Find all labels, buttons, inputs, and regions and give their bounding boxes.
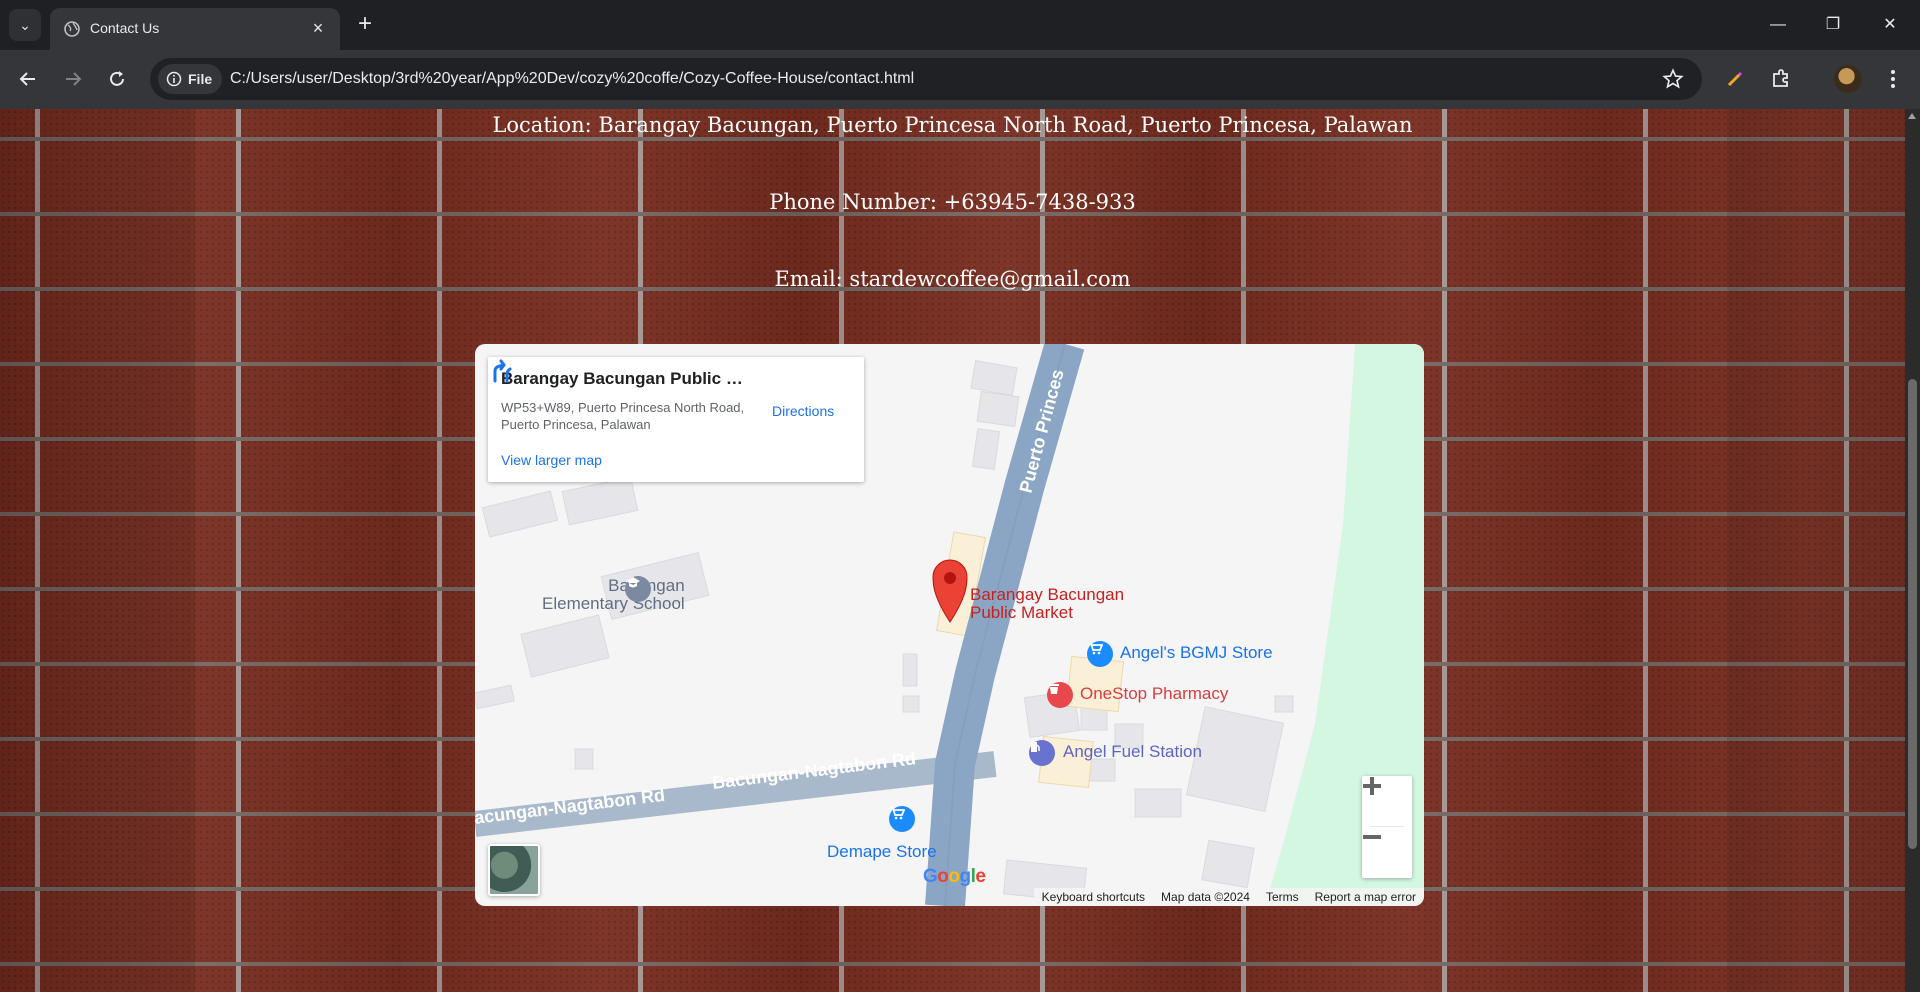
page-viewport: Location: Barangay Bacungan, Puerto Prin… — [0, 109, 1905, 992]
close-tab-icon[interactable]: × — [308, 18, 328, 38]
globe-icon — [64, 21, 80, 37]
school-label-line1: Bacungan — [542, 577, 685, 595]
market-label-line2: Public Market — [970, 603, 1073, 622]
more-vert-icon — [1891, 70, 1895, 88]
contact-phone: Phone Number: +63945-7438-933 — [769, 190, 1136, 214]
school-icon[interactable] — [625, 576, 651, 602]
bookmark-star-icon[interactable] — [1662, 68, 1684, 90]
url-text: C:/Users/user/Desktop/3rd%20year/App%20D… — [230, 70, 915, 87]
view-larger-map-link[interactable]: View larger map — [501, 452, 602, 468]
new-tab-button[interactable]: + — [352, 12, 378, 38]
fuel-station-icon[interactable] — [1029, 740, 1055, 766]
keyboard-shortcuts-link[interactable]: Keyboard shortcuts — [1034, 890, 1153, 904]
satellite-layer-toggle[interactable] — [488, 844, 540, 896]
chevron-down-icon: ⌄ — [19, 16, 31, 33]
shopping-cart-icon[interactable] — [889, 806, 915, 832]
back-button[interactable] — [15, 66, 41, 92]
pen-icon — [1727, 71, 1743, 87]
restore-button[interactable]: ❐ — [1818, 10, 1848, 40]
minimize-button[interactable]: — — [1763, 10, 1793, 40]
map-data-text: Map data ©2024 — [1161, 890, 1250, 904]
terms-link[interactable]: Terms — [1258, 890, 1307, 904]
forward-button[interactable] — [60, 66, 86, 92]
scroll-thumb[interactable] — [1908, 379, 1917, 849]
embedded-map[interactable]: Puerto Princes Bacungan-Nagtabon Rd acun… — [475, 344, 1424, 906]
profile-avatar[interactable] — [1834, 65, 1862, 93]
map-footer: Keyboard shortcuts Map data ©2024 Terms … — [1033, 888, 1424, 906]
shopping-cart-icon[interactable] — [1087, 641, 1113, 667]
school-label-line2: Elementary School — [542, 594, 685, 613]
zoom-in-button[interactable] — [1362, 776, 1412, 826]
extensions-button[interactable] — [1768, 66, 1794, 92]
puzzle-icon — [1773, 69, 1788, 87]
place-info-card: Barangay Bacungan Public M... WP53+W89, … — [488, 357, 864, 482]
tab-title: Contact Us — [90, 20, 160, 36]
directions-icon[interactable] — [488, 357, 514, 383]
scroll-up-arrow[interactable] — [1908, 113, 1916, 119]
left-shade — [0, 109, 195, 992]
tab-search-menu-button[interactable]: ⌄ — [9, 9, 41, 41]
page-scrollbar[interactable] — [1905, 109, 1920, 992]
pharmacy-icon[interactable] — [1047, 682, 1073, 708]
zoom-out-button[interactable] — [1362, 827, 1412, 877]
arrow-right-icon — [66, 72, 82, 86]
store-label-demape[interactable]: Demape Store — [827, 842, 937, 862]
pen-extension-button[interactable] — [1722, 66, 1748, 92]
browser-toolbar: File C:/Users/user/Desktop/3rd%20year/Ap… — [0, 50, 1920, 109]
tab-contact-us[interactable]: Contact Us × — [50, 8, 340, 50]
close-window-button[interactable]: ✕ — [1875, 10, 1905, 40]
place-title: Barangay Bacungan Public M... — [501, 369, 751, 388]
google-logo: Google — [923, 866, 986, 887]
school-label[interactable]: Bacungan Elementary School — [542, 577, 685, 613]
place-address: WP53+W89, Puerto Princesa North Road, Pu… — [501, 400, 745, 432]
market-label[interactable]: Barangay Bacungan Public Market — [970, 586, 1124, 622]
minus-icon — [1363, 835, 1381, 839]
right-shade — [1727, 109, 1905, 992]
zoom-controls — [1362, 776, 1412, 878]
reload-icon — [110, 71, 124, 86]
contact-location: Location: Barangay Bacungan, Puerto Prin… — [492, 113, 1413, 137]
contact-email: Email: stardewcoffee@gmail.com — [774, 267, 1131, 291]
fuel-station-label[interactable]: Angel Fuel Station — [1063, 742, 1202, 762]
plus-icon — [1363, 777, 1381, 795]
site-info-chip[interactable]: File — [158, 64, 223, 94]
store-label-angels[interactable]: Angel's BGMJ Store — [1120, 643, 1273, 663]
directions-link[interactable]: Directions — [772, 403, 834, 419]
browser-menu-button[interactable] — [1880, 66, 1906, 92]
pharmacy-label[interactable]: OneStop Pharmacy — [1080, 684, 1228, 704]
info-icon — [166, 71, 182, 87]
reload-button[interactable] — [104, 66, 130, 92]
report-map-error-link[interactable]: Report a map error — [1307, 890, 1424, 904]
market-label-line1: Barangay Bacungan — [970, 585, 1125, 604]
arrow-left-icon — [19, 72, 35, 86]
file-chip-label: File — [188, 71, 213, 87]
address-bar[interactable]: File C:/Users/user/Desktop/3rd%20year/Ap… — [150, 58, 1702, 100]
tab-bar: ⌄ Contact Us × + — ❐ ✕ — [0, 0, 1920, 50]
